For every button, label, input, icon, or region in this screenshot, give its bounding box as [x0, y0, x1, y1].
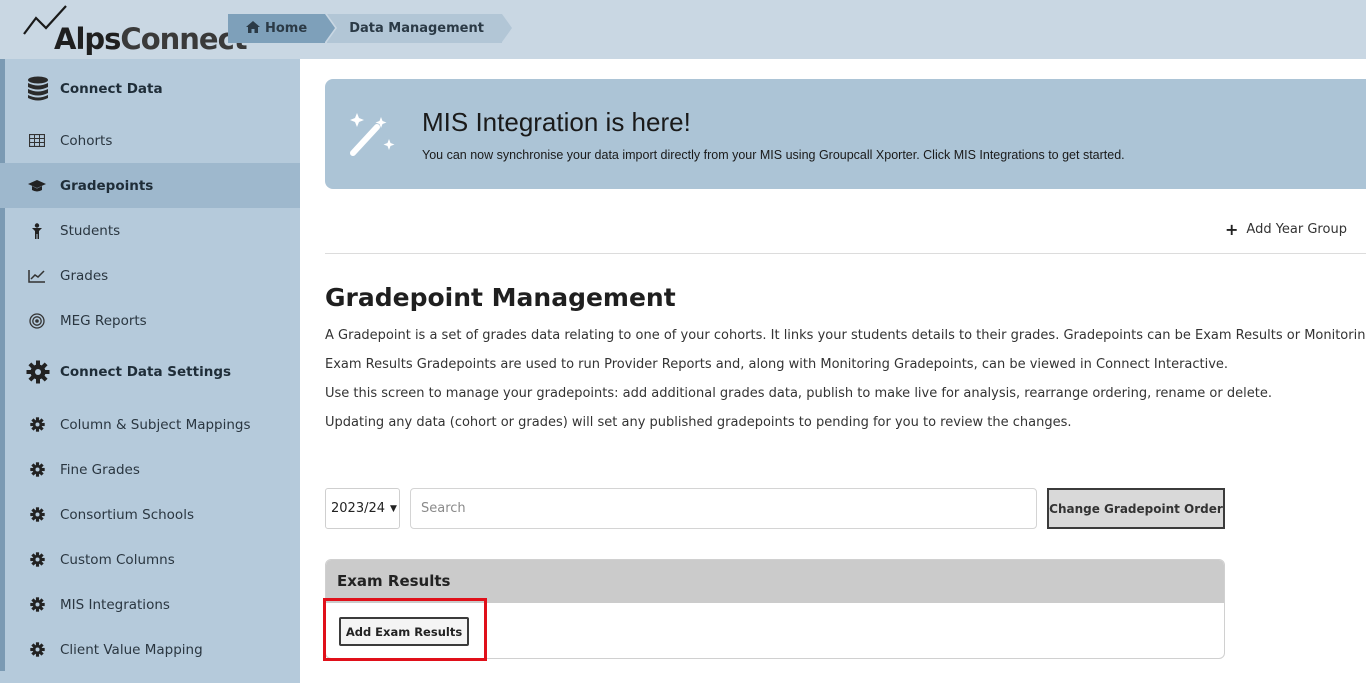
year-select[interactable]: 2023/24 ▼: [325, 488, 400, 529]
chevron-down-icon: ▼: [390, 503, 397, 514]
mis-integration-banner: MIS Integration is here! You can now syn…: [325, 79, 1366, 189]
graduation-cap-icon: [28, 177, 46, 195]
gear-icon: [28, 551, 46, 569]
sidebar-item-grades[interactable]: Grades: [0, 253, 300, 298]
highlight-box: [323, 598, 487, 661]
sidebar-item-gradepoints[interactable]: Gradepoints: [0, 163, 300, 208]
sidebar-item-cohorts[interactable]: Cohorts: [0, 118, 300, 163]
sidebar-item-column-subject-mappings[interactable]: Column & Subject Mappings: [0, 402, 300, 447]
top-header: AlpsConnect Home Data Management: [0, 0, 1366, 59]
home-icon: [246, 21, 260, 33]
person-icon: [28, 222, 46, 240]
description-paragraph: A Gradepoint is a set of grades data rel…: [325, 328, 1366, 343]
search-input[interactable]: [410, 488, 1037, 529]
magic-wand-icon: [350, 113, 395, 156]
gear-icon: [28, 641, 46, 659]
database-icon: [26, 76, 50, 102]
sidebar-section-connect-data-settings: Connect Data Settings: [26, 359, 231, 385]
divider: [325, 253, 1366, 254]
gear-icon: [26, 359, 50, 385]
gear-icon: [28, 506, 46, 524]
breadcrumb-home[interactable]: Home: [228, 14, 336, 43]
sidebar-item-meg-reports[interactable]: MEG Reports: [0, 298, 300, 343]
year-select-value: 2023/24: [331, 501, 386, 516]
logo-text: AlpsConnect: [54, 22, 248, 56]
sidebar-item-students[interactable]: Students: [0, 208, 300, 253]
exam-results-header: Exam Results: [326, 560, 1224, 603]
sidebar-section-connect-data: Connect Data: [26, 76, 163, 102]
table-icon: [28, 132, 46, 150]
banner-title: MIS Integration is here!: [422, 107, 691, 137]
gear-icon: [28, 461, 46, 479]
breadcrumb: Home Data Management: [228, 14, 512, 43]
add-year-group-button[interactable]: + Add Year Group: [1225, 220, 1347, 239]
sidebar-item-mis-integrations[interactable]: MIS Integrations: [0, 582, 300, 627]
gear-icon: [28, 596, 46, 614]
sidebar-item-fine-grades[interactable]: Fine Grades: [0, 447, 300, 492]
page-title: Gradepoint Management: [325, 283, 676, 312]
breadcrumb-data-management[interactable]: Data Management: [327, 14, 512, 43]
plus-icon: +: [1225, 220, 1239, 239]
banner-text: You can now synchronise your data import…: [422, 148, 1125, 162]
gear-icon: [28, 416, 46, 434]
line-chart-icon: [28, 267, 46, 285]
change-gradepoint-order-button[interactable]: Change Gradepoint Order: [1047, 488, 1225, 529]
sidebar-item-consortium-schools[interactable]: Consortium Schools: [0, 492, 300, 537]
add-year-group-label: Add Year Group: [1246, 222, 1347, 237]
description-paragraph: Exam Results Gradepoints are used to run…: [325, 357, 1229, 372]
description-paragraph: Use this screen to manage your gradepoin…: [325, 386, 1272, 401]
alps-connect-logo[interactable]: AlpsConnect: [22, 4, 248, 56]
sidebar-item-client-value-mapping[interactable]: Client Value Mapping: [0, 627, 300, 672]
description-paragraph: Updating any data (cohort or grades) wil…: [325, 415, 1072, 430]
sidebar-item-custom-columns[interactable]: Custom Columns: [0, 537, 300, 582]
target-icon: [28, 312, 46, 330]
